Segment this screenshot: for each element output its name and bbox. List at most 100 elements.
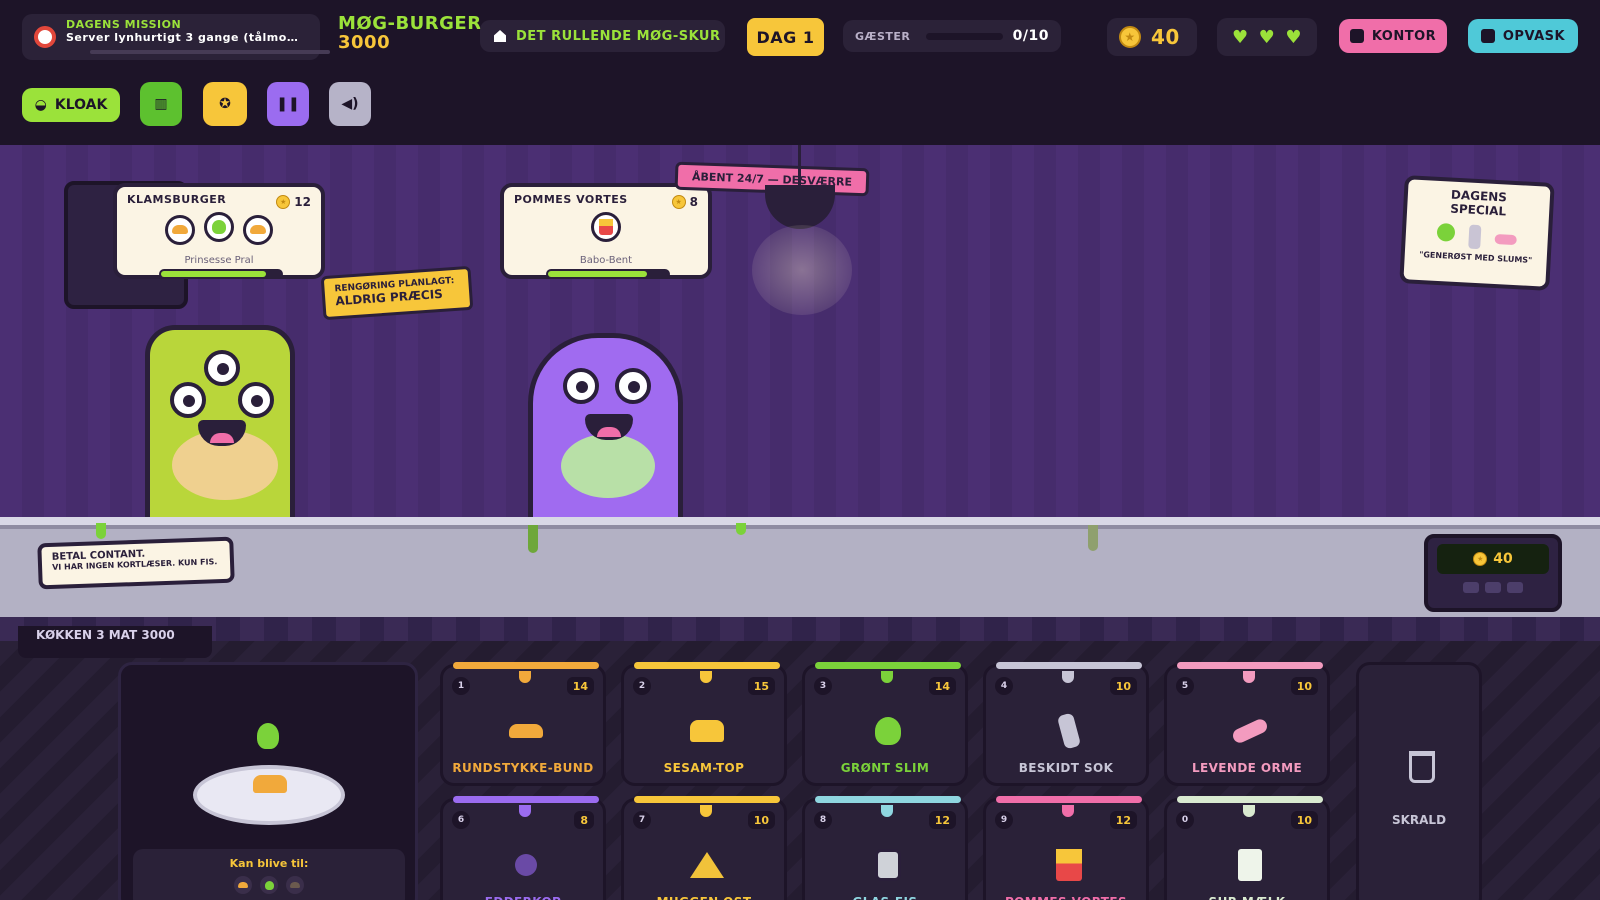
ingredient-name: MUGGEN OST [624, 895, 784, 900]
recipe-book-button[interactable]: ▥ [140, 82, 182, 126]
milk-carton-icon [1225, 845, 1275, 885]
card-accent [634, 796, 780, 803]
guests-meter: GÆSTER 0/10 [843, 20, 1061, 52]
plate[interactable] [193, 765, 345, 825]
special-tagline: "GENERØST MED SLUMS" [1418, 250, 1533, 265]
card-accent [634, 662, 780, 669]
payment-note: BETAL CONTANT. VI HAR INGEN KORTLÆSER. K… [37, 536, 235, 590]
bun-bottom-icon [253, 775, 287, 793]
green-slime-icon [1436, 222, 1456, 242]
ingredient-name: SUR MÆLK [1167, 895, 1327, 900]
customer-monster[interactable] [528, 333, 683, 517]
spider-icon [501, 845, 551, 885]
ingredient-name: SESAM-TOP [663, 761, 745, 775]
sewer-icon: ◒ [34, 97, 47, 113]
kitchen-tab-label: KØKKEN 3 MAT 3000 [36, 628, 175, 642]
ingredient-card[interactable]: 2 15 SESAM-TOP [621, 662, 787, 786]
dishwash-button[interactable]: OPVASK [1468, 19, 1578, 53]
hotkey-badge: 9 [995, 811, 1013, 829]
monster-eye [615, 368, 651, 404]
ingredient-card[interactable]: 4 10 BESKIDT SOK [983, 662, 1149, 786]
lamp-cord [798, 145, 801, 189]
soap-icon [1480, 29, 1495, 43]
card-accent [453, 796, 599, 803]
logo-title: MØG-BURGER [338, 13, 482, 34]
mission-text: Server lynhurtigt 3 gange (tålmodighed o… [66, 31, 306, 44]
fries-icon [591, 212, 621, 242]
worm-icon [1225, 711, 1275, 751]
sock-icon [1468, 224, 1482, 250]
cash-register[interactable]: ★ 40 [1424, 534, 1562, 612]
card-knob [1243, 805, 1255, 817]
hotkey-badge: 7 [633, 811, 651, 829]
order-ticket: KLAMSBURGER ★ 12 Prinsesse Pral [113, 183, 325, 279]
register-screen: ★ 40 [1437, 544, 1549, 574]
dishwash-button-label: OPVASK [1502, 28, 1566, 44]
plate-station[interactable]: Kan blive til: [118, 662, 418, 900]
trash-label: SKRALD [1391, 813, 1447, 827]
coin-icon: ★ [1119, 26, 1141, 48]
card-knob [1062, 805, 1074, 817]
coin-icon: ★ [671, 195, 686, 209]
customer-monster[interactable] [145, 325, 295, 517]
card-knob [1062, 671, 1074, 683]
order-ingredients [127, 212, 311, 245]
monster-beard [561, 434, 655, 498]
ingredient-card[interactable]: 3 14 GRØNT SLIM [802, 662, 968, 786]
card-knob [700, 671, 712, 683]
order-ingredients [514, 212, 698, 242]
ingredient-card[interactable]: 6 8 EDDERKOP [440, 796, 606, 900]
office-button[interactable]: KONTOR [1339, 19, 1447, 53]
coin-icon: ★ [1473, 552, 1488, 566]
building-icon [1349, 29, 1364, 43]
pause-button[interactable]: ❚❚ [267, 82, 309, 126]
can-become-panel: Kan blive til: [133, 849, 405, 900]
card-accent [996, 796, 1142, 803]
card-accent [453, 662, 599, 669]
heart-icon: ♥ [1285, 26, 1302, 48]
monster-eye [563, 368, 599, 404]
sock-icon [1044, 711, 1094, 751]
ingredient-name: GLAS-FIS [805, 895, 965, 900]
card-accent [996, 662, 1142, 669]
sewer-button[interactable]: ◒ KLOAK [22, 88, 120, 122]
coin-amount: 40 [1151, 25, 1180, 49]
guests-count: 0/10 [1012, 28, 1049, 44]
stock-count: 12 [928, 811, 956, 829]
office-button-label: KONTOR [1371, 28, 1437, 44]
sound-button[interactable]: ◀) [329, 82, 371, 126]
stock-count: 15 [747, 677, 775, 695]
special-ingredients [1405, 221, 1548, 252]
card-accent [815, 662, 961, 669]
achievements-button[interactable]: ✪ [203, 82, 247, 126]
bun-icon [234, 876, 252, 894]
stock-count: 12 [1109, 811, 1137, 829]
card-accent [1177, 662, 1323, 669]
bun-bottom-icon [164, 214, 195, 245]
stock-count: 8 [574, 811, 594, 829]
bun-bottom-icon [501, 711, 551, 751]
ingredient-name: LEVENDE ORME [1191, 761, 1303, 775]
hotkey-badge: 3 [814, 677, 832, 695]
card-knob [1243, 671, 1255, 683]
stock-count: 10 [747, 811, 775, 829]
ingredient-card[interactable]: 5 10 LEVENDE ORME [1164, 662, 1330, 786]
order-price-value: 8 [689, 195, 698, 209]
venue-label: DET RULLENDE MØG-SKUR [480, 20, 725, 52]
medal-icon: ✪ [219, 96, 231, 112]
trash-bin[interactable]: SKRALD [1356, 662, 1482, 900]
stock-count: 10 [1290, 677, 1318, 695]
patience-bar-fill [161, 271, 267, 277]
ingredient-card[interactable]: 7 10 MUGGEN OST [621, 796, 787, 900]
order-name: POMMES VORTES [514, 193, 628, 206]
mission-title: DAGENS MISSION [66, 18, 182, 31]
ingredient-card[interactable]: 1 14 RUNDSTYKKE-BUND [440, 662, 606, 786]
ingredient-card[interactable]: 8 12 GLAS-FIS [802, 796, 968, 900]
ingredient-card[interactable]: 9 12 POMMES VORTES [983, 796, 1149, 900]
coin-icon: ★ [276, 195, 291, 209]
ingredient-card[interactable]: 0 10 SUR MÆLK [1164, 796, 1330, 900]
house-icon [494, 30, 506, 42]
mission-panel[interactable]: DAGENS MISSION Server lynhurtigt 3 gange… [22, 14, 330, 60]
patience-bar [546, 269, 670, 279]
stock-count: 10 [1290, 811, 1318, 829]
